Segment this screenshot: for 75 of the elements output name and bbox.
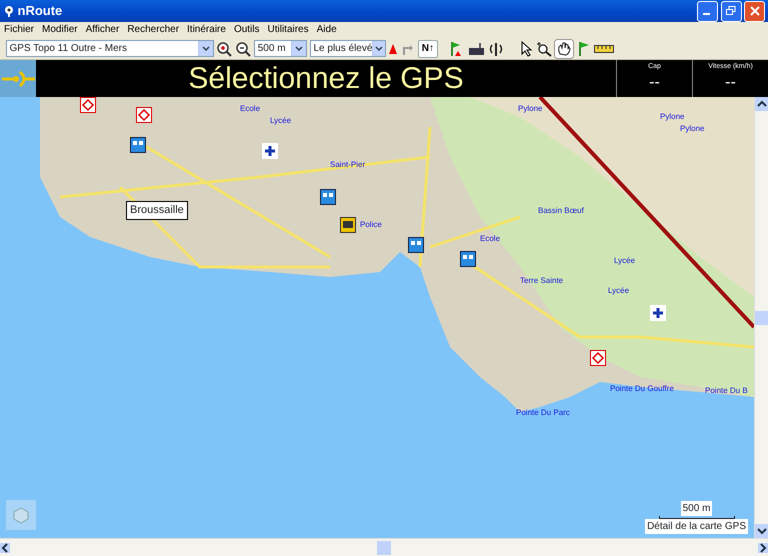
horizontal-scrollbar[interactable] (0, 538, 768, 556)
scale-label: 500 m (680, 501, 712, 516)
map-label: Pylone (660, 113, 684, 121)
building-icon (460, 251, 476, 267)
map-label: Ecole (480, 235, 500, 243)
ruler-icon[interactable] (594, 44, 614, 54)
map-label: Saint-Pier (330, 161, 366, 169)
north-up-button[interactable]: N↑ (418, 40, 438, 58)
warning-sign-icon (80, 97, 96, 113)
restore-icon (726, 6, 736, 16)
gauge-value: -- (648, 72, 661, 92)
map-label: Police (360, 221, 382, 229)
app-icon (2, 5, 15, 17)
menu-item[interactable]: Itinéraire (183, 22, 230, 38)
window-title: nRoute (18, 2, 64, 20)
dropdown-button[interactable] (372, 41, 384, 56)
map-label: Pylone (680, 125, 704, 133)
zoom-tool-icon[interactable] (536, 40, 552, 56)
bus-icon (340, 217, 356, 233)
map-select[interactable]: GPS Topo 11 Outre - Mers (6, 40, 214, 57)
map-label: Pointe Du Gouffre (610, 385, 674, 393)
building-icon (408, 237, 424, 253)
map-label: Ecole (240, 105, 260, 113)
building-icon (320, 189, 336, 205)
zoom-select[interactable]: 500 m (254, 40, 307, 57)
menu-item[interactable]: Fichier (0, 22, 38, 38)
chevron-down-icon (374, 46, 383, 52)
medical-cross-icon (262, 143, 278, 159)
dropdown-button[interactable] (290, 41, 306, 56)
map-label: Pointe Du B (705, 387, 748, 395)
medical-cross-icon (650, 305, 666, 321)
gps-status-message: Sélectionnez le GPS (187, 61, 465, 97)
close-button[interactable] (744, 0, 766, 22)
minimize-button[interactable] (696, 0, 718, 22)
zoom-in-icon[interactable] (216, 40, 232, 56)
menu-item[interactable]: Afficher (82, 22, 124, 38)
hand-icon[interactable] (554, 38, 574, 58)
map-label: Bassin Bœuf (538, 207, 584, 215)
menu-item[interactable]: Aide (312, 22, 341, 38)
scrollbar-thumb[interactable] (754, 310, 768, 324)
map-detail-label: Détail de la carte GPS (645, 519, 748, 534)
map-view[interactable]: Saint-Pier Lycée Ecole Pylone Pylone Pylone Bassin Bœuf Terre Sainte Lycée Lycée Pointe Du Gouffre Pointe Du Parc Pointe Du B Ecole Police Broussaille 500 m Détail de la carte GPS (0, 97, 754, 538)
antenna-icon[interactable] (488, 40, 504, 56)
vertical-scrollbar[interactable] (754, 97, 768, 538)
triangle-icon[interactable] (388, 42, 398, 54)
flag-icon[interactable] (577, 40, 592, 56)
menu-item[interactable]: Modifier (38, 22, 82, 38)
map-label: Pointe Du Parc (516, 409, 570, 417)
detail-select[interactable]: Le plus élevé (310, 40, 386, 57)
scroll-down-icon[interactable] (754, 524, 768, 538)
dropdown-button[interactable] (198, 41, 212, 56)
warning-sign-icon (590, 350, 606, 366)
close-icon (750, 6, 760, 16)
map-label: Pylone (518, 105, 542, 113)
restore-button[interactable] (720, 0, 742, 22)
scrollbar-thumb[interactable] (377, 540, 391, 554)
warning-sign-icon (136, 107, 152, 123)
scroll-up-icon[interactable] (754, 97, 768, 111)
scroll-right-icon[interactable] (758, 542, 768, 552)
chevron-down-icon (294, 46, 303, 52)
scroll-left-icon[interactable] (0, 542, 10, 552)
gauge-value: -- (724, 72, 737, 92)
map-label: Lycée (270, 117, 292, 125)
menu-item[interactable]: Outils (230, 22, 264, 38)
building-icon (130, 137, 146, 153)
map-label: Lycée (608, 287, 630, 295)
pointer-icon[interactable] (520, 40, 533, 56)
zoom-out-icon[interactable] (235, 40, 251, 56)
menu-item[interactable]: Utilitaires (264, 22, 313, 38)
chevron-down-icon (202, 46, 210, 52)
menu-item[interactable]: Rechercher (123, 22, 184, 38)
map-label: Terre Sainte (520, 277, 564, 285)
map-label: Lycée (614, 257, 636, 265)
device-icon[interactable] (468, 42, 486, 56)
map-tooltip: Broussaille (126, 201, 188, 220)
